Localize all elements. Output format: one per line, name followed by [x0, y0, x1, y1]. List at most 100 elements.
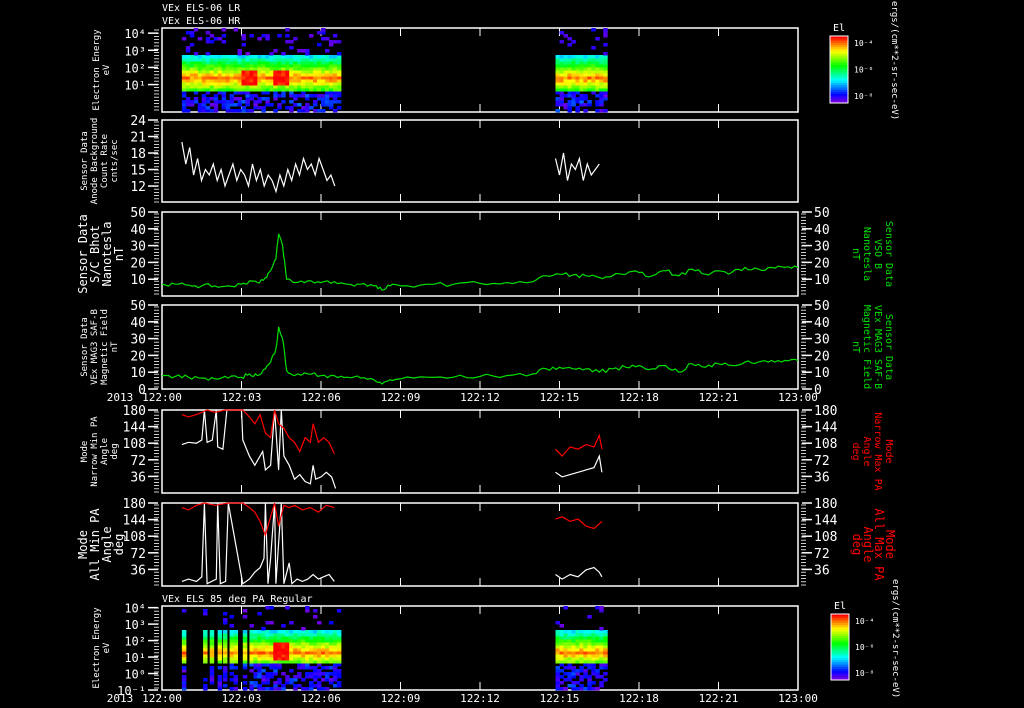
spectrogram-cell — [328, 106, 334, 110]
spectrogram-cell — [237, 49, 242, 53]
spectrogram-cell — [575, 648, 580, 652]
spectrogram-cell — [587, 58, 592, 62]
spectrogram-cell — [242, 609, 248, 613]
spectrogram-cell — [273, 654, 278, 658]
spectrogram-cell — [305, 61, 310, 65]
spectrogram-cell — [222, 657, 228, 661]
spectrogram-cell — [555, 73, 560, 77]
spectrogram-cell — [567, 43, 572, 47]
colorbar-top: El10⁻⁴10⁻⁶10⁻⁸ ergs/(cm**2-sr-sec-eV) — [829, 1, 899, 120]
spectrogram-cell — [321, 633, 326, 637]
spectrogram-cell — [265, 642, 270, 646]
spectrogram-cell — [293, 67, 298, 71]
spectrogram-cell — [273, 636, 278, 640]
spectrogram-cell — [205, 82, 211, 86]
spectrogram-cell — [587, 55, 592, 59]
spectrogram-cell — [591, 669, 596, 673]
spectrogram-cell — [328, 660, 334, 664]
spectrogram-cell — [273, 657, 278, 661]
spectrogram-cell — [332, 76, 338, 80]
spectrogram-cell — [189, 76, 195, 80]
spectrogram-cell — [185, 46, 191, 50]
spectrogram-cell — [599, 85, 604, 89]
series-line-count-rate — [554, 152, 600, 181]
spectrogram-cell — [305, 85, 310, 89]
spectrogram-cell — [603, 97, 608, 101]
spectrogram-cell — [265, 88, 270, 92]
spectrogram-cell — [595, 109, 600, 113]
spectrogram-cell — [289, 88, 294, 92]
spectrogram-cell — [277, 61, 282, 65]
spectrogram-cell — [332, 34, 338, 38]
spectrogram-cell — [293, 73, 298, 77]
spectrogram-cell — [257, 85, 262, 89]
spectrogram-cell — [559, 31, 564, 35]
spectrogram-cell — [205, 31, 211, 35]
spectrogram-cell — [265, 76, 270, 80]
spectrogram-cell — [595, 687, 600, 691]
spectrogram-cell — [233, 636, 239, 640]
spectrogram-cell — [203, 657, 208, 661]
spectrogram-cell — [253, 76, 258, 80]
spectrogram-cell — [571, 657, 576, 661]
spectrogram-cell — [257, 76, 262, 80]
spectrogram-cell — [321, 630, 326, 634]
spectrogram-cell — [245, 82, 250, 86]
spectrogram-cell — [305, 103, 310, 107]
spectrogram-cell — [599, 633, 604, 637]
time-tick-label: 122:15 — [540, 391, 580, 404]
spectrogram-cell — [309, 651, 314, 655]
spectrogram-cell — [575, 79, 580, 83]
spectrogram-cell — [201, 79, 207, 83]
spectrogram-cell — [336, 654, 342, 658]
spectrogram-cell — [332, 657, 338, 661]
spectrogram-cell — [265, 82, 270, 86]
spectrogram-cell — [261, 639, 266, 643]
spectrogram-cell — [599, 94, 604, 98]
spectrogram-cell — [583, 70, 588, 74]
spectrogram-cell — [217, 648, 223, 652]
spectrogram-cell — [309, 633, 314, 637]
spectrogram-cell — [209, 636, 215, 640]
spectrogram-cell — [222, 678, 228, 682]
spectrogram-cell — [321, 657, 326, 661]
colorbar-tick-label: 10⁻⁸ — [855, 669, 874, 678]
spectrogram-cell — [225, 58, 231, 62]
spectrogram-cell — [229, 88, 235, 92]
spectrogram-cell — [242, 681, 248, 685]
colorbar-tick-label: 10⁻⁶ — [854, 66, 873, 75]
spectrogram-cell — [324, 687, 330, 691]
spectrogram-cell — [301, 687, 306, 691]
spectrogram-cell — [571, 639, 576, 643]
spectrogram-cell — [213, 64, 219, 68]
spectrogram-cell — [579, 70, 584, 74]
year-label: 2013 — [107, 391, 134, 404]
spectrogram-cell — [237, 82, 242, 86]
spectrogram-cell — [222, 636, 228, 640]
spectrogram-cell — [273, 684, 278, 688]
spectrogram-cell — [213, 100, 219, 104]
spectrogram-cell — [309, 681, 314, 685]
spectrogram-cell — [328, 70, 334, 74]
spectrogram-cell — [197, 64, 203, 68]
spectrogram-cell — [269, 621, 274, 625]
spectrogram-cell — [603, 85, 608, 89]
spectrogram-cell — [332, 67, 338, 71]
spectrogram-cell — [277, 660, 282, 664]
spectrogram-cell — [293, 58, 298, 62]
spectrogram-cell — [603, 109, 608, 113]
spectrogram-cell — [222, 648, 228, 652]
spectrogram-cell — [567, 654, 572, 658]
spectrogram-cell — [189, 88, 195, 92]
spectrogram-cell — [317, 88, 322, 92]
spectrogram-cell — [217, 85, 223, 89]
spectrogram-cell — [265, 672, 270, 676]
spectrogram-cell — [317, 642, 322, 646]
spectrogram-cell — [555, 666, 560, 670]
y-tick-label-right: 36 — [814, 563, 830, 578]
spectrogram-cell — [579, 97, 584, 101]
spectrogram-cell — [603, 648, 608, 652]
spectrogram-cell — [567, 645, 572, 649]
spectrogram-cell — [242, 642, 248, 646]
spectrogram-cell — [221, 85, 227, 89]
